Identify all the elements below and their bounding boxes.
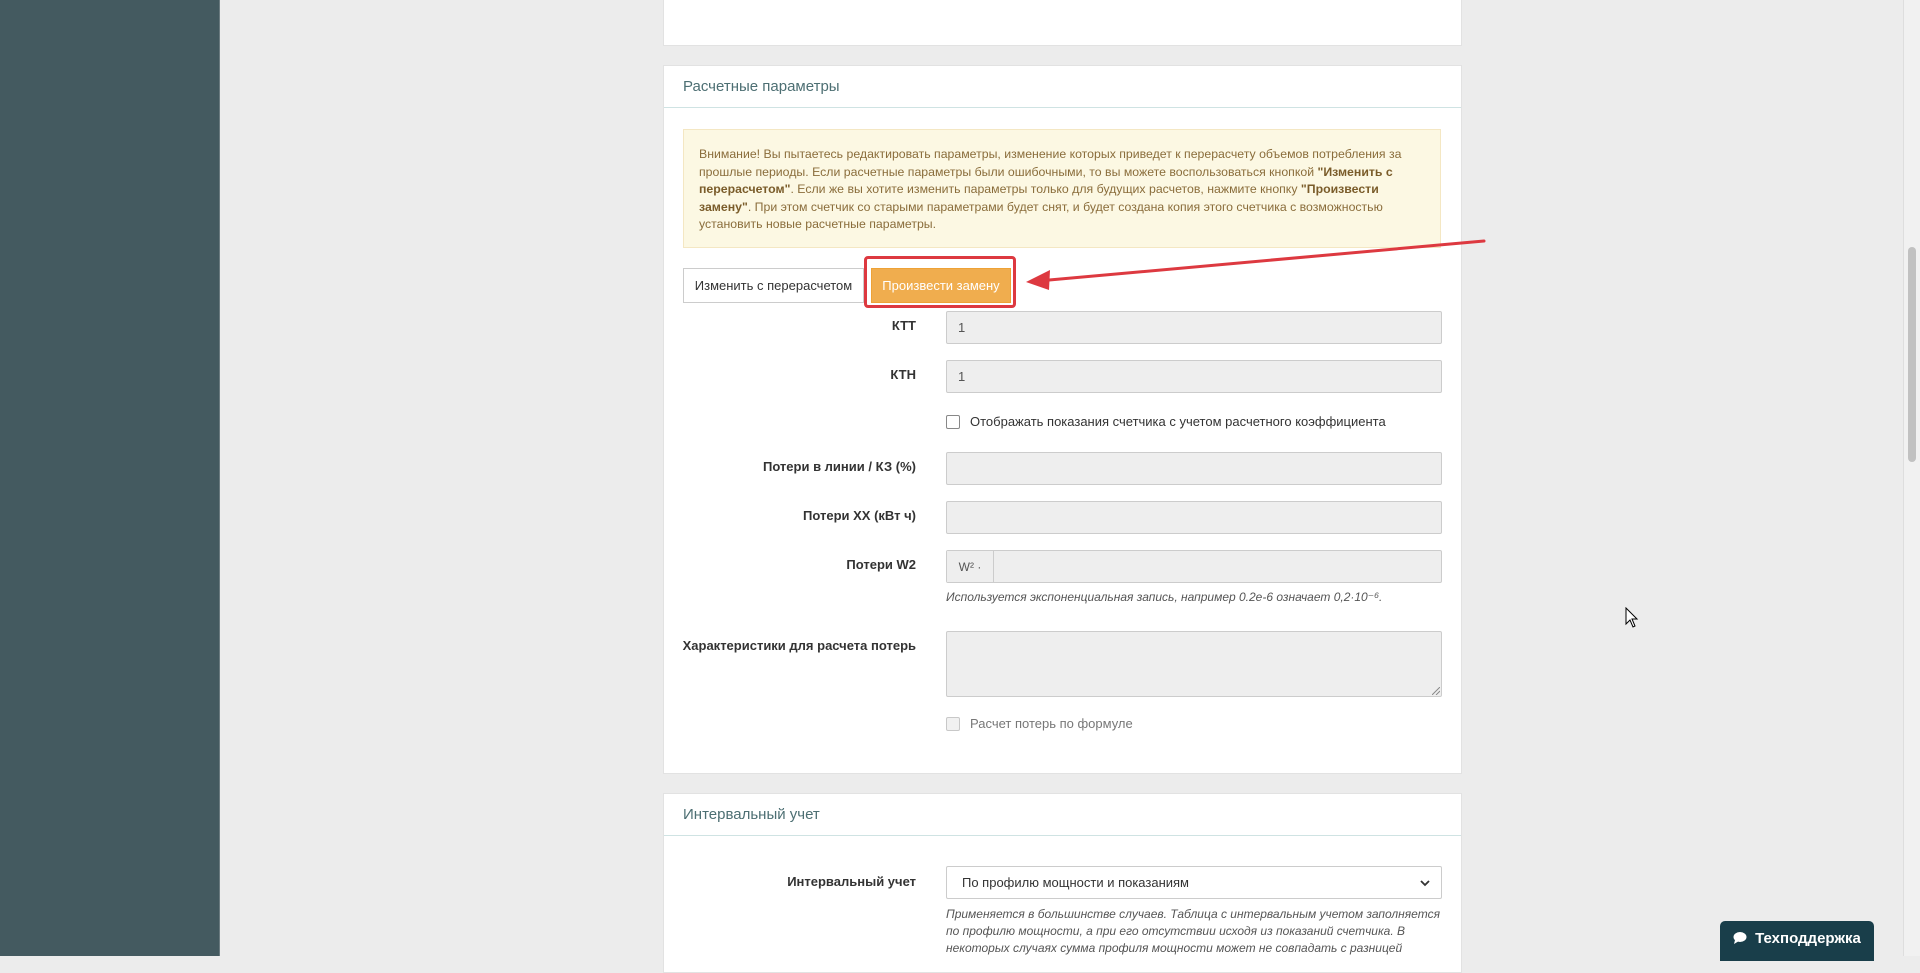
warning-alert: Внимание! Вы пытаетесь редактировать пар… (683, 129, 1441, 248)
recalc-button[interactable]: Изменить с перерасчетом (683, 268, 864, 303)
scroll-thumb[interactable] (1908, 247, 1916, 462)
support-button[interactable]: Техподдержка (1720, 921, 1874, 961)
chat-icon (1733, 932, 1747, 944)
interval-label: Интервальный учет (787, 874, 916, 889)
replace-button[interactable]: Произвести замену (871, 268, 1011, 303)
w2-addon: W² · (947, 551, 994, 582)
ktn-label: КТН (890, 367, 916, 382)
interval-panel: Интервальный учет Интервальный учет По п… (663, 793, 1462, 973)
annotation-arrow (1026, 239, 1486, 290)
scrollbar[interactable] (1903, 0, 1920, 956)
w2-help: Используется экспоненциальная запись, на… (946, 590, 1383, 604)
left-sidebar (0, 0, 220, 956)
loss-w2-label: Потери W2 (846, 557, 916, 572)
loss-line-input[interactable] (946, 452, 1442, 485)
mouse-cursor-icon (1625, 607, 1639, 628)
interval-help: Применяется в большинстве случаев. Табли… (946, 907, 1440, 955)
panel-title: Расчетные параметры (664, 66, 1461, 108)
alert-text-3: . При этом счетчик со старыми параметрам… (699, 199, 1383, 232)
resize-grip-icon[interactable] (1432, 687, 1440, 695)
loss-w2-input[interactable]: W² · (946, 550, 1442, 583)
previous-panel (663, 0, 1462, 46)
interval-select[interactable]: По профилю мощности и показаниям (946, 866, 1442, 899)
loss-line-label: Потери в линии / КЗ (%) (762, 459, 916, 474)
interval-select-value: По профилю мощности и показаниям (962, 875, 1189, 890)
loss-xx-input[interactable] (946, 501, 1442, 534)
support-label: Техподдержка (1755, 929, 1861, 947)
formula-label: Расчет потерь по формуле (970, 716, 1133, 731)
loss-char-label: Характеристики для расчета потерь (682, 638, 916, 653)
alert-text-1: Внимание! Вы пытаетесь редактировать пар… (699, 147, 1402, 179)
ktn-input[interactable]: 1 (946, 360, 1442, 393)
formula-row: Расчет потерь по формуле (946, 716, 1133, 731)
show-coef-checkbox[interactable] (946, 414, 960, 429)
loss-xx-label: Потери XX (кВт ч) (803, 508, 916, 523)
ktt-label: КТТ (891, 318, 916, 333)
ktt-input[interactable]: 1 (946, 311, 1442, 344)
formula-checkbox (946, 716, 960, 731)
chevron-down-icon (1420, 880, 1430, 887)
loss-char-textarea[interactable] (946, 631, 1442, 697)
show-coef-label: Отображать показания счетчика с учетом р… (970, 414, 1386, 429)
alert-text-2: . Если же вы хотите изменить параметры т… (790, 182, 1301, 196)
calc-params-panel: Расчетные параметры Внимание! Вы пытаете… (663, 65, 1486, 774)
show-coef-row[interactable]: Отображать показания счетчика с учетом р… (946, 414, 1386, 429)
interval-title: Интервальный учет (664, 794, 1461, 836)
